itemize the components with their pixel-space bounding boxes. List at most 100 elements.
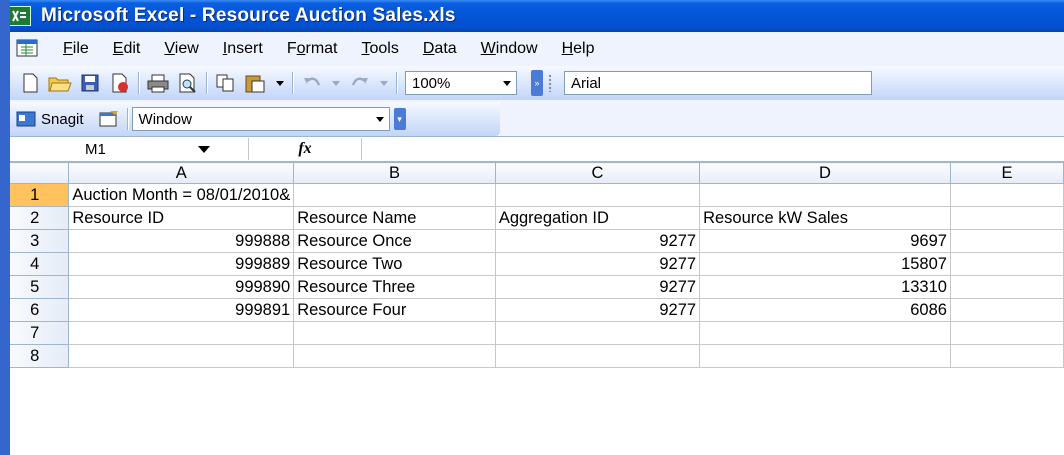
window-title: Microsoft Excel - Resource Auction Sales… [41,5,456,26]
cell-D1[interactable] [699,183,951,207]
cell-E5[interactable] [949,275,1064,299]
row-header-1[interactable]: 1 [0,183,70,207]
cell-B3[interactable]: Resource Once [293,229,496,253]
cell-C5[interactable]: 9277 [494,275,701,299]
chevron-down-icon[interactable] [371,108,389,130]
excel-icon[interactable] [7,6,31,26]
snagit-icon[interactable] [15,106,37,132]
permission-icon[interactable] [105,70,135,96]
toolbar-options-icon[interactable]: ▾ [393,108,406,130]
menu-edit[interactable]: Edit [101,40,153,58]
redo-icon[interactable] [345,70,375,96]
cell-D8[interactable] [699,344,951,368]
cell-C1[interactable] [494,183,701,207]
menu-tools[interactable]: Tools [350,40,411,58]
cell-E4[interactable] [949,252,1064,276]
save-icon[interactable] [75,70,105,96]
cell-B2[interactable]: Resource Name [293,206,496,230]
open-icon[interactable] [45,70,75,96]
toolbar-grip[interactable] [548,74,552,92]
menu-help[interactable]: Help [550,40,607,58]
row-header-6[interactable]: 6 [0,298,70,322]
cell-C2[interactable]: Aggregation ID [494,206,701,230]
cell-B8[interactable] [293,344,496,368]
cell-D6[interactable]: 6086 [699,298,951,322]
cell-A5[interactable]: 999890 [68,275,295,299]
cell-A1[interactable]: Auction Month = 08/01/2010& [68,183,295,207]
zoom-select[interactable]: 100% [405,71,517,95]
row-header-7[interactable]: 7 [0,321,70,345]
capture-mode-value: Window [138,110,192,128]
cell-D5[interactable]: 13310 [699,275,951,299]
cell-D2[interactable]: Resource kW Sales [699,206,951,230]
cell-B1[interactable] [293,183,496,207]
cell-C7[interactable] [494,321,701,345]
column-header-a[interactable]: A [68,162,295,184]
copy-icon[interactable] [211,70,241,96]
menu-window[interactable]: Window [469,40,550,58]
workbook-icon[interactable] [15,38,41,60]
cell-E6[interactable] [949,298,1064,322]
cell-C3[interactable]: 9277 [494,229,701,253]
menu-view[interactable]: View [152,40,210,58]
menu-data[interactable]: Data [411,40,469,58]
cell-B5[interactable]: Resource Three [293,275,496,299]
row-header-8[interactable]: 8 [0,344,70,368]
undo-dropdown-icon[interactable] [327,72,345,94]
name-box[interactable]: M1 [0,138,249,160]
table-row: 8 [0,344,1064,368]
cell-E8[interactable] [949,344,1064,368]
cell-B6[interactable]: Resource Four [293,298,496,322]
column-header-b[interactable]: B [293,162,496,184]
cell-A7[interactable] [68,321,295,345]
cell-A2[interactable]: Resource ID [68,206,295,230]
redo-dropdown-icon[interactable] [375,72,393,94]
cell-D3[interactable]: 9697 [699,229,951,253]
new-icon[interactable] [15,70,45,96]
formula-input[interactable] [361,138,1064,160]
cell-A4[interactable]: 999889 [68,252,295,276]
toolbar-options-icon[interactable]: » [531,70,543,96]
paste-icon[interactable] [241,70,271,96]
cell-A8[interactable] [68,344,295,368]
menu-file[interactable]: File [51,40,101,58]
row-header-2[interactable]: 2 [0,206,70,230]
cell-C6[interactable]: 9277 [494,298,701,322]
capture-mode-select[interactable]: Window [131,107,390,131]
cell-B4[interactable]: Resource Two [293,252,496,276]
table-row: 1 Auction Month = 08/01/2010& [0,183,1064,207]
insert-function-icon[interactable]: fx [249,140,361,158]
table-row: 4 999889 Resource Two 9277 15807 [0,252,1064,276]
cell-A6[interactable]: 999891 [68,298,295,322]
chevron-down-icon[interactable] [498,72,516,94]
cell-E3[interactable] [949,229,1064,253]
row-header-3[interactable]: 3 [0,229,70,253]
snagit-capture-icon[interactable] [94,106,124,132]
chevron-down-icon[interactable] [198,146,210,153]
menu-format[interactable]: Format [275,40,350,58]
table-row: 2 Resource ID Resource Name Aggregation ID R… [0,206,1064,230]
cell-E7[interactable] [949,321,1064,345]
row-header-5[interactable]: 5 [0,275,70,299]
menu-insert[interactable]: Insert [211,40,275,58]
cell-E1[interactable] [949,183,1064,207]
cell-C8[interactable] [494,344,701,368]
select-all-corner[interactable] [0,162,70,184]
font-select[interactable]: Arial [564,71,872,95]
snagit-button[interactable]: Snagit [41,111,84,128]
cell-C4[interactable]: 9277 [494,252,701,276]
column-header-c[interactable]: C [494,162,701,184]
undo-icon[interactable] [297,70,327,96]
cell-D4[interactable]: 15807 [699,252,951,276]
row-header-4[interactable]: 4 [0,252,70,276]
cell-A3[interactable]: 999888 [68,229,295,253]
paste-dropdown-icon[interactable] [271,72,289,94]
cell-B7[interactable] [293,321,496,345]
column-header-e[interactable]: E [949,162,1064,184]
cell-E2[interactable] [949,206,1064,230]
column-header-d[interactable]: D [699,162,951,184]
print-preview-icon[interactable] [173,70,203,96]
cell-D7[interactable] [699,321,951,345]
toolbar-separator [396,72,398,94]
print-icon[interactable] [143,70,173,96]
